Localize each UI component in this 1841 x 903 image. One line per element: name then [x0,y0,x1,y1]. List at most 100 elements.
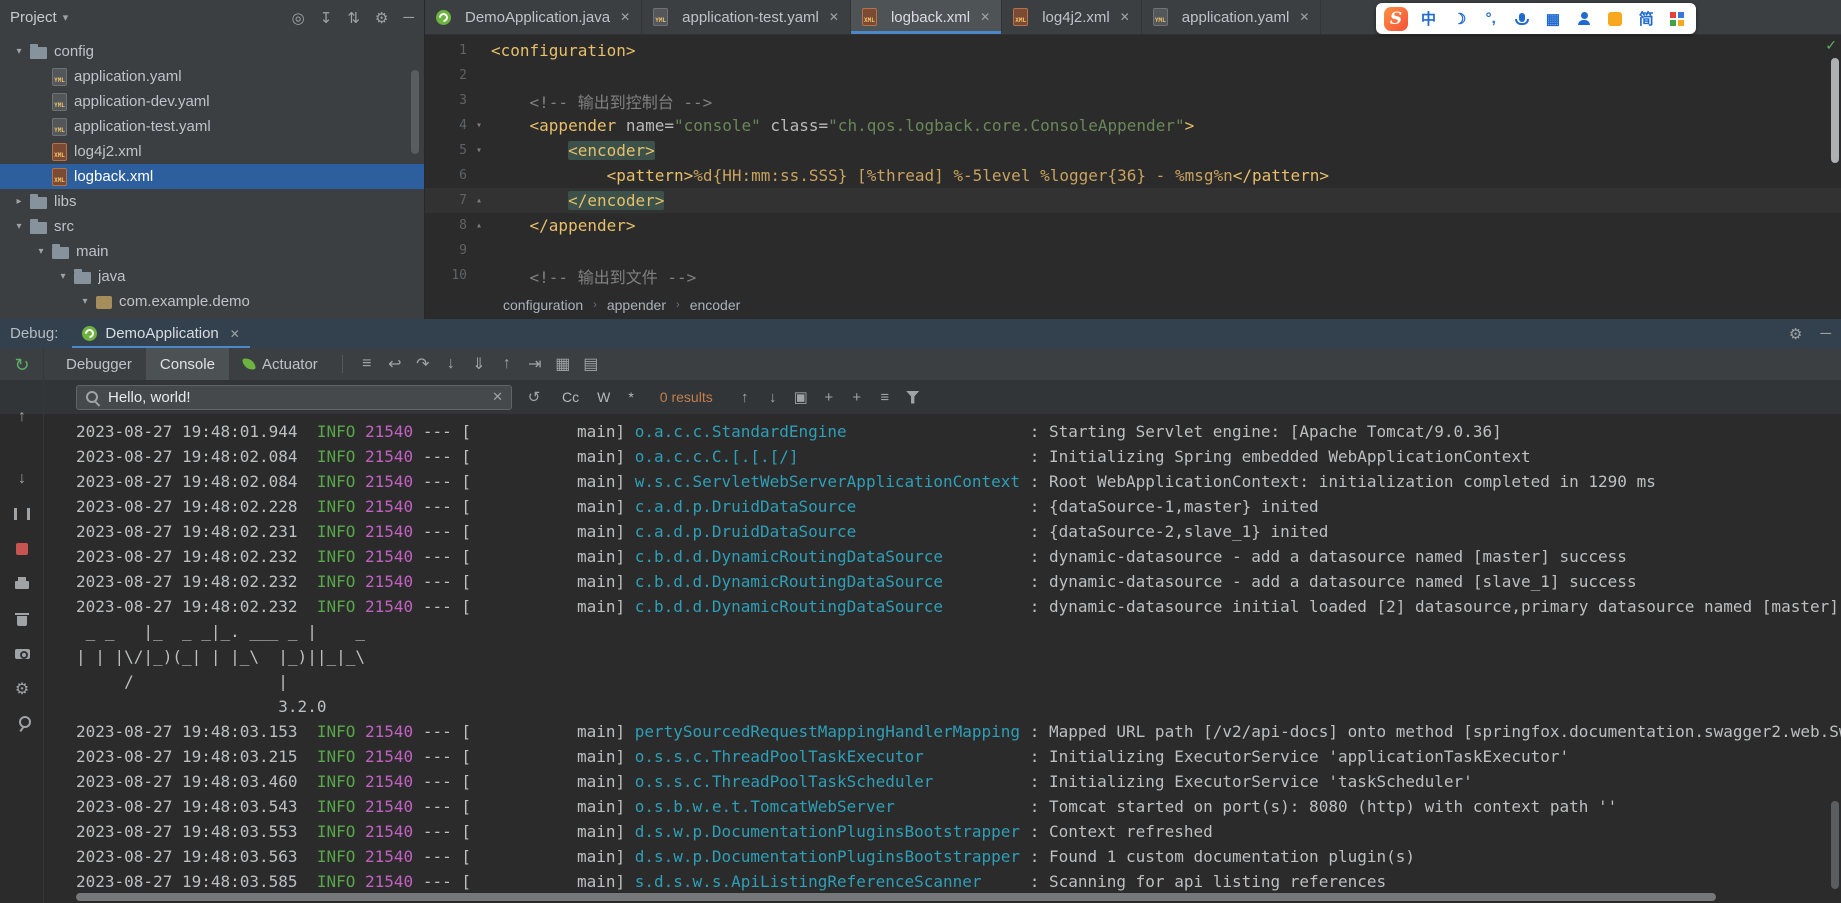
pause-output-icon[interactable] [11,503,33,525]
stop-icon[interactable] [11,538,33,560]
keyboard-icon[interactable]: ▦ [1545,6,1561,32]
chevron-icon[interactable]: ▾ [8,221,30,232]
step-over-icon[interactable]: ↷ [409,354,437,374]
console-settings-icon[interactable]: ⚙ [11,678,33,700]
close-tab-icon[interactable]: ✕ [829,10,839,24]
sogou-logo-icon[interactable]: S [1384,7,1408,31]
chevron-icon[interactable]: ▾ [8,46,30,57]
next-occurrence-icon[interactable]: ↓ [761,389,785,406]
settings-gear-icon[interactable]: ⚙ [375,9,388,27]
settings-gear-icon[interactable]: ⚙ [1789,325,1802,343]
apps-grid-icon[interactable] [1669,6,1685,32]
tree-item-src[interactable]: ▾ src [0,214,424,239]
gift-icon[interactable] [1607,6,1623,32]
words-toggle[interactable]: W [591,387,616,407]
hide-panel-icon[interactable]: ─ [1820,325,1831,343]
filter-lines-icon[interactable]: ≡ [873,389,897,406]
step-out-icon[interactable]: ↑ [493,355,521,373]
editor-tab-log4j2.xml[interactable]: log4j2.xml ✕ [1002,0,1142,34]
breadcrumb-appender[interactable]: appender [607,297,666,313]
exclude-filter-icon[interactable]: + [845,389,869,406]
project-scrollbar[interactable] [411,70,419,154]
run-to-cursor-icon[interactable]: ⇥ [521,354,549,374]
editor-tab-application-test.yaml[interactable]: application-test.yaml ✕ [642,0,851,34]
log-separator [298,747,308,766]
step-into-icon[interactable]: ↓ [437,355,465,373]
editor-scrollbar[interactable] [1831,58,1839,163]
tree-item-label: com.example.demo [119,293,250,310]
tree-item-com.example.demo[interactable]: ▾ com.example.demo [0,289,424,314]
filter-settings-icon[interactable]: ▤ [577,354,605,374]
chevron-icon[interactable]: ▾ [52,271,74,282]
fold-marker-icon[interactable]: ▴ [467,220,491,231]
match-case-toggle[interactable]: Cc [556,387,585,407]
force-step-into-icon[interactable]: ⇓ [465,354,493,374]
thread-dump-icon[interactable] [11,643,33,665]
tree-item-libs[interactable]: ▸ libs [0,189,424,214]
simplified-chinese-icon[interactable]: 简 [1638,6,1654,32]
console-output[interactable]: 2023-08-27 19:48:01.944 INFO 21540 --- [… [0,414,1841,903]
collapse-all-icon[interactable]: ↧ [320,9,333,27]
tree-item-main[interactable]: ▾ main [0,239,424,264]
print-icon[interactable] [11,573,33,595]
console-horizontal-scrollbar[interactable] [76,893,1716,901]
chevron-icon[interactable]: ▾ [30,246,52,257]
tree-item-application-dev.yaml[interactable]: application-dev.yaml [0,89,424,114]
search-input[interactable]: Hello, world! [108,389,191,406]
editor-tab-application.yaml[interactable]: application.yaml ✕ [1142,0,1322,34]
hide-panel-icon[interactable]: ─ [403,9,414,27]
close-tab-icon[interactable]: ✕ [1120,10,1130,24]
editor-tab-logback.xml[interactable]: logback.xml ✕ [851,0,1002,34]
locate-file-icon[interactable]: ◎ [292,9,305,27]
breadcrumb-encoder[interactable]: encoder [690,297,741,313]
editor-tab-DemoApplication.java[interactable]: DemoApplication.java ✕ [425,0,642,34]
moon-icon[interactable]: ☽ [1452,6,1468,32]
pin-tab-icon[interactable] [11,713,33,735]
fold-marker-icon[interactable]: ▾ [467,120,491,131]
scroll-to-end-icon[interactable]: ↓ [11,468,33,490]
clear-all-icon[interactable] [11,608,33,630]
regex-toggle[interactable]: * [622,387,639,407]
contacts-icon[interactable] [1576,6,1592,32]
rerun-icon[interactable]: ↻ [11,354,33,376]
close-tab-icon[interactable]: ✕ [980,10,990,24]
expand-all-icon[interactable]: ⇅ [347,9,360,27]
chinese-mode-indicator[interactable]: 中 [1421,6,1437,32]
tree-item-application-test.yaml[interactable]: application-test.yaml [0,114,424,139]
project-tool-button[interactable]: Project ▾ [10,9,68,26]
debug-session-tab[interactable]: DemoApplication ✕ [72,319,249,348]
tree-item-application.yaml[interactable]: application.yaml [0,64,424,89]
tab-actuator[interactable]: Actuator [229,348,332,380]
tab-console[interactable]: Console [146,348,229,380]
console-search-field[interactable]: Hello, world! ✕ [76,385,512,410]
show-execution-point-icon[interactable]: ↩ [381,354,409,374]
log-timestamp: 2023-08-27 19:48:03.553 [76,822,298,841]
close-tab-icon[interactable]: ✕ [1299,10,1309,24]
punctuation-icon[interactable]: °, [1483,6,1499,32]
breadcrumb-configuration[interactable]: configuration [503,297,583,313]
layout-icon[interactable]: ≡ [353,355,381,373]
search-history-icon[interactable]: ↺ [522,388,546,406]
find-in-selection-icon[interactable]: ▣ [789,388,813,406]
close-tab-icon[interactable]: ✕ [620,10,630,24]
prev-occurrence-icon[interactable]: ↑ [733,389,757,406]
console-vertical-scrollbar[interactable] [1831,801,1839,889]
tree-item-log4j2.xml[interactable]: log4j2.xml [0,139,424,164]
tree-item-logback.xml[interactable]: logback.xml [0,164,424,189]
mic-icon[interactable] [1514,6,1530,32]
navigate-up-icon[interactable]: ↑ [11,406,33,428]
view-table-icon[interactable]: ▦ [549,354,577,374]
chevron-icon[interactable]: ▾ [74,296,96,307]
code-editor[interactable]: 1 <configuration> 2 3 <!-- 输出到控制台 --> 4 … [425,35,1841,290]
tab-debugger[interactable]: Debugger [52,348,146,380]
tree-item-java[interactable]: ▾ java [0,264,424,289]
fold-marker-icon[interactable]: ▾ [467,145,491,156]
tree-item-config[interactable]: ▾ config [0,39,424,64]
fold-marker-icon[interactable]: ▴ [467,195,491,206]
chevron-icon[interactable]: ▸ [8,196,30,207]
close-session-icon[interactable]: ✕ [230,327,240,341]
filter-funnel-icon[interactable] [901,391,925,404]
clear-search-icon[interactable]: ✕ [492,389,503,405]
console-log-line: 2023-08-27 19:48:03.553 INFO 21540 --- [… [76,822,1841,847]
add-filter-icon[interactable]: + [817,389,841,406]
